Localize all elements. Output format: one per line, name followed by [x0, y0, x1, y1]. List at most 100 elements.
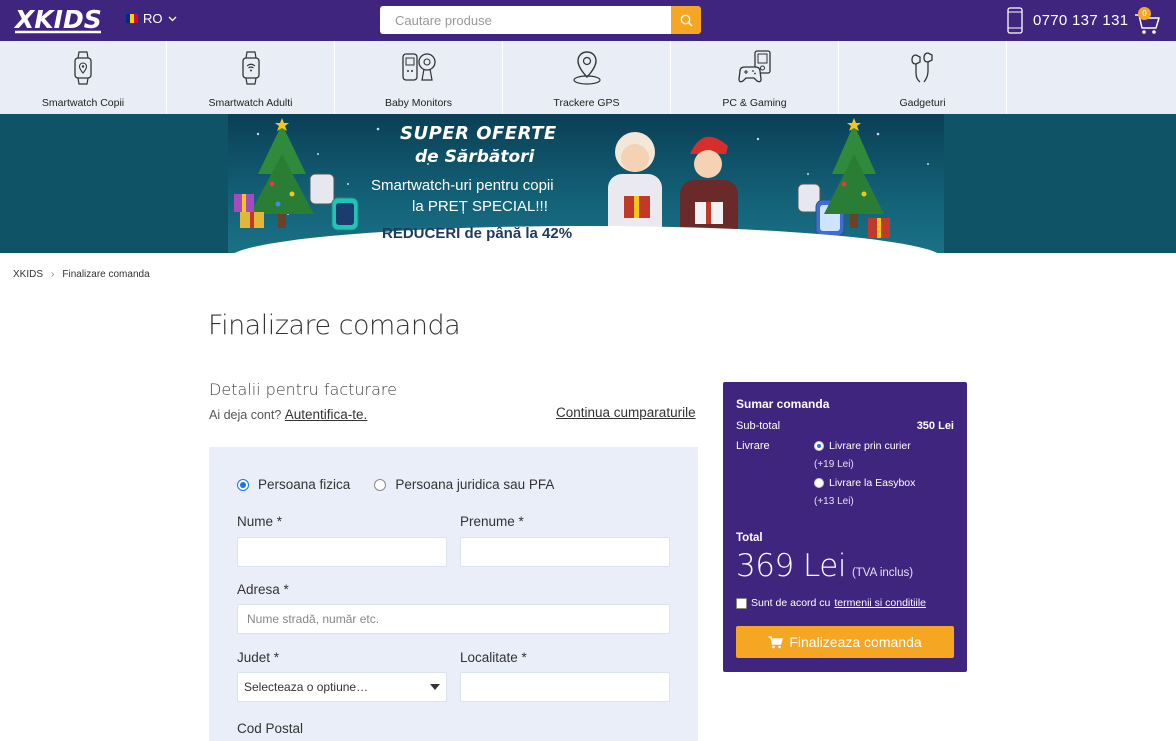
- breadcrumb-current: Finalizare comanda: [62, 269, 150, 280]
- smartwatch-pin-icon: [74, 51, 92, 85]
- cart-count-badge: 0: [1138, 7, 1151, 20]
- category-label: Trackere GPS: [553, 97, 620, 109]
- cart-icon: [768, 635, 784, 648]
- customer-type-group: Persoana fizica Persoana juridica sau PF…: [237, 477, 554, 492]
- banner-subtitle-line1: Smartwatch-uri pentru copii: [371, 177, 554, 194]
- search-button[interactable]: [671, 6, 701, 34]
- login-link[interactable]: Autentifica-te.: [285, 407, 368, 422]
- delivery-option-curier[interactable]: Livrare prin curier: [814, 440, 911, 452]
- phone-number: 0770 137 131: [1033, 12, 1129, 29]
- gamepad-icon: [737, 50, 771, 83]
- breadcrumb-separator-icon: ›: [51, 269, 55, 280]
- judet-selected-value: Selecteaza o optiune…: [244, 680, 369, 694]
- radio-unselected-icon: [814, 478, 824, 488]
- adresa-label: Adresa *: [237, 582, 289, 597]
- radio-selected-icon: [237, 478, 249, 491]
- radio-selected-icon: [814, 441, 824, 451]
- radio-persoana-juridica[interactable]: Persoana juridica sau PFA: [374, 477, 554, 492]
- category-label: Gadgeturi: [899, 97, 946, 109]
- terms-checkbox[interactable]: [736, 597, 747, 609]
- top-header: XKIDS RO 0770 137 131 0: [0, 0, 1176, 41]
- earphones-icon: [910, 52, 933, 83]
- account-prompt-text: Ai deja cont?: [209, 408, 282, 422]
- gps-pin-icon: [572, 51, 601, 85]
- category-smartwatch-copii[interactable]: Smartwatch Copii: [0, 41, 167, 114]
- delivery-option-price: (+19 Lei): [814, 459, 854, 470]
- radio-persoana-fizica[interactable]: Persoana fizica: [237, 477, 350, 492]
- breadcrumb: XKIDS › Finalizare comanda: [13, 269, 150, 280]
- language-label: RO: [143, 11, 163, 26]
- total-label: Total: [736, 532, 763, 544]
- phone-contact[interactable]: 0770 137 131: [1007, 7, 1128, 34]
- nume-field[interactable]: [237, 537, 447, 567]
- smartwatch-wifi-icon: [241, 51, 260, 85]
- promo-banner[interactable]: [0, 114, 1176, 253]
- finish-order-label: Finalizeaza comanda: [789, 634, 922, 650]
- prenume-field[interactable]: [460, 537, 670, 567]
- total-value-row: 369 Lei (TVA inclus): [736, 548, 913, 584]
- adresa-field[interactable]: [237, 604, 670, 634]
- search-bar: [380, 6, 701, 34]
- localitate-label: Localitate *: [460, 650, 527, 665]
- tva-note: (TVA inclus): [851, 567, 914, 579]
- chevron-down-icon: [168, 16, 176, 21]
- cart-button[interactable]: 0: [1133, 7, 1163, 35]
- christmas-tree-right-icon: [824, 118, 884, 228]
- finish-order-button[interactable]: Finalizeaza comanda: [736, 626, 954, 658]
- language-selector[interactable]: RO: [126, 11, 177, 26]
- xkids-logo[interactable]: XKIDS: [13, 5, 105, 35]
- cod-postal-label: Cod Postal: [237, 721, 304, 736]
- category-pc-gaming[interactable]: PC & Gaming: [671, 41, 839, 114]
- terms-link[interactable]: termenii si conditiile: [834, 597, 926, 609]
- banner-discount-text: REDUCERI de până la 42%: [382, 225, 573, 242]
- category-smartwatch-adulti[interactable]: Smartwatch Adulti: [167, 41, 335, 114]
- terms-agreement: Sunt de acord cu termenii si conditiile: [736, 597, 926, 609]
- billing-section-title: Detalii pentru facturare: [209, 380, 397, 399]
- order-summary: Sumar comanda Sub-total 350 Lei Livrare …: [723, 382, 967, 672]
- dropdown-caret-icon: [430, 684, 440, 690]
- romania-flag-icon: [126, 14, 138, 23]
- category-nav: Smartwatch Copii Smartwatch Adulti Baby …: [0, 41, 1176, 114]
- category-label: Baby Monitors: [384, 97, 453, 109]
- delivery-option-price: (+13 Lei): [814, 496, 854, 507]
- delivery-option-label: Livrare la Easybox: [829, 477, 916, 489]
- radio-label: Persoana fizica: [258, 477, 351, 492]
- breadcrumb-home-link[interactable]: XKIDS: [13, 269, 43, 280]
- category-label: Smartwatch Copii: [41, 97, 125, 109]
- page-title: Finalizare comanda: [208, 310, 461, 341]
- category-trackere-gps[interactable]: Trackere GPS: [503, 41, 671, 114]
- subtotal-label: Sub-total: [736, 420, 781, 432]
- category-label: Smartwatch Adulti: [208, 97, 293, 109]
- delivery-label-text: Livrare: [736, 440, 770, 452]
- subtotal-value: 350 Lei: [916, 420, 954, 432]
- prenume-label: Prenume *: [460, 514, 524, 529]
- terms-prefix: Sunt de acord cu: [751, 597, 831, 609]
- judet-select[interactable]: Selecteaza o optiune…: [237, 672, 447, 702]
- account-prompt: Ai deja cont? Autentifica-te.: [209, 407, 367, 422]
- delivery-option-easybox[interactable]: Livrare la Easybox: [814, 477, 915, 489]
- continue-shopping-link[interactable]: Continua cumparaturile: [556, 405, 696, 420]
- subtotal-row: Sub-total 350 Lei: [736, 420, 954, 432]
- logo-text: XKIDS: [13, 5, 102, 34]
- category-label: PC & Gaming: [722, 97, 787, 109]
- delivery-label: Livrare: [736, 440, 770, 452]
- billing-form: Persoana fizica Persoana juridica sau PF…: [209, 447, 698, 741]
- radio-label: Persoana juridica sau PFA: [395, 477, 555, 492]
- summary-title: Sumar comanda: [736, 397, 830, 411]
- category-gadgeturi[interactable]: Gadgeturi: [839, 41, 1007, 114]
- total-value: 369 Lei: [736, 548, 846, 584]
- category-baby-monitors[interactable]: Baby Monitors: [335, 41, 503, 114]
- search-icon: [680, 14, 692, 26]
- baby-monitor-icon: [401, 53, 436, 81]
- banner-title-line1: SUPER OFERTE: [400, 123, 557, 144]
- mobile-phone-icon: [1007, 7, 1023, 34]
- radio-unselected-icon: [374, 478, 387, 491]
- christmas-tree-left-icon: [250, 118, 314, 228]
- banner-title-line2: de Sărbători: [415, 147, 535, 167]
- localitate-field[interactable]: [460, 672, 670, 702]
- judet-label: Judet *: [237, 650, 280, 665]
- search-input[interactable]: [380, 6, 671, 34]
- banner-subtitle-line2: la PREȚ SPECIAL!!!: [412, 198, 548, 215]
- delivery-option-label: Livrare prin curier: [829, 440, 911, 452]
